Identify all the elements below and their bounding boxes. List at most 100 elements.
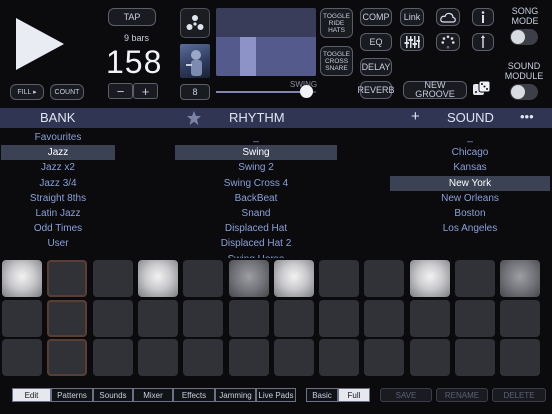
- kit-button[interactable]: [180, 8, 210, 38]
- drum-pad[interactable]: [2, 339, 42, 376]
- bank-list-item[interactable]: Jazz: [1, 145, 115, 161]
- save-button[interactable]: SAVE: [380, 388, 432, 402]
- drum-pad[interactable]: [183, 339, 224, 376]
- song-mode-toggle[interactable]: [510, 29, 538, 45]
- bank-list-item[interactable]: Jazz 3/4: [1, 176, 115, 191]
- drum-pad[interactable]: [455, 299, 495, 337]
- drum-pad[interactable]: [364, 339, 405, 376]
- drum-pad[interactable]: [47, 299, 88, 337]
- rhythm-list-item[interactable]: Swing: [175, 145, 337, 161]
- sound-list-item[interactable]: Los Angeles: [390, 221, 550, 236]
- bottom-tab[interactable]: Patterns: [51, 388, 93, 402]
- toggle-ride-hats-button[interactable]: TOGGLE RIDE HATS: [320, 8, 353, 38]
- bottom-tab[interactable]: Live Pads: [256, 388, 296, 402]
- drum-pad[interactable]: [228, 339, 269, 376]
- bank-list-item[interactable]: Jazz x2: [1, 160, 115, 175]
- new-groove-button[interactable]: NEW GROOVE: [403, 81, 467, 99]
- album-artwork[interactable]: [180, 44, 210, 78]
- play-button[interactable]: [8, 14, 68, 74]
- drum-pad[interactable]: [409, 339, 450, 376]
- drum-pad[interactable]: [319, 299, 360, 337]
- drum-pad[interactable]: [273, 339, 314, 376]
- tap-button[interactable]: TAP: [108, 8, 156, 26]
- drum-pad[interactable]: [228, 260, 269, 297]
- favourite-star-icon[interactable]: [186, 110, 202, 126]
- fill-button[interactable]: FILL ▸: [10, 84, 44, 100]
- drum-pad[interactable]: [273, 299, 314, 337]
- sound-module-toggle[interactable]: [510, 84, 538, 100]
- drum-pad[interactable]: [92, 339, 133, 376]
- bank-list-item[interactable]: Latin Jazz: [1, 206, 115, 221]
- drum-pad[interactable]: [319, 339, 360, 376]
- bottom-tab[interactable]: Effects: [173, 388, 215, 402]
- tempo-plus-button[interactable]: +: [133, 83, 158, 99]
- drum-pad[interactable]: [273, 260, 314, 297]
- drum-pad[interactable]: [364, 299, 405, 337]
- delay-button[interactable]: DELAY: [360, 58, 392, 76]
- tempo-minus-button[interactable]: −: [108, 83, 133, 99]
- rhythm-list-item[interactable]: Swing Horse: [175, 252, 337, 259]
- info-button[interactable]: [472, 8, 494, 26]
- bottom-tab[interactable]: Mixer: [133, 388, 173, 402]
- rhythm-list-item[interactable]: Displaced Hat: [175, 221, 337, 236]
- counter-display[interactable]: 8: [180, 84, 210, 100]
- count-button[interactable]: COUNT: [50, 84, 84, 100]
- rhythm-list-item[interactable]: Snand: [175, 206, 337, 221]
- drum-pad[interactable]: [2, 299, 42, 337]
- drum-pad[interactable]: [47, 339, 88, 376]
- bank-list-item[interactable]: Favourites: [1, 130, 115, 145]
- sound-list-item[interactable]: _: [390, 130, 550, 145]
- drum-pad[interactable]: [500, 339, 541, 376]
- drum-pad[interactable]: [92, 299, 133, 337]
- sound-list-item[interactable]: Chicago: [390, 145, 550, 160]
- drum-pad[interactable]: [364, 260, 405, 297]
- drum-pad[interactable]: [2, 260, 42, 297]
- toggle-cross-snare-button[interactable]: TOGGLE CROSS SNARE: [320, 46, 353, 76]
- bank-list-item[interactable]: User: [1, 236, 115, 251]
- mixer-button[interactable]: [400, 33, 424, 51]
- eq-button[interactable]: EQ: [360, 33, 392, 51]
- bottom-tab[interactable]: Edit: [12, 388, 51, 402]
- drum-pad[interactable]: [500, 299, 541, 337]
- sound-list-item[interactable]: Kansas: [390, 160, 550, 175]
- rhythm-header[interactable]: RHYTHM: [229, 110, 285, 125]
- more-button[interactable]: •••: [520, 109, 534, 124]
- drum-pad[interactable]: [455, 260, 495, 297]
- dice-button[interactable]: [471, 79, 495, 101]
- rhythm-list-item[interactable]: Swing Cross 4: [175, 176, 337, 191]
- view-tab[interactable]: Basic: [306, 388, 338, 402]
- swing-slider[interactable]: [216, 85, 316, 98]
- cloud-button[interactable]: [436, 8, 460, 26]
- drum-pad[interactable]: [183, 299, 224, 337]
- bottom-tab[interactable]: Jamming: [215, 388, 256, 402]
- link-button[interactable]: Link: [400, 8, 424, 26]
- rhythm-list-item[interactable]: _: [175, 130, 337, 145]
- drum-pad[interactable]: [409, 299, 450, 337]
- delete-button[interactable]: DELETE: [492, 388, 546, 402]
- sound-header[interactable]: SOUND: [447, 110, 494, 125]
- drum-pad[interactable]: [137, 260, 178, 297]
- bank-list-item[interactable]: Straight 8ths: [1, 191, 115, 206]
- rename-button[interactable]: RENAME: [436, 388, 488, 402]
- tempo-display[interactable]: 158: [106, 44, 162, 81]
- comp-button[interactable]: COMP: [360, 8, 392, 26]
- drum-pad[interactable]: [137, 299, 178, 337]
- drum-pad[interactable]: [47, 260, 88, 297]
- xy-pad[interactable]: [216, 8, 316, 76]
- drum-pad[interactable]: [455, 339, 495, 376]
- drum-pad[interactable]: [137, 339, 178, 376]
- sound-list-item[interactable]: Boston: [390, 206, 550, 221]
- view-tab[interactable]: Full: [338, 388, 370, 402]
- xy-pad-handle[interactable]: [240, 37, 256, 76]
- rhythm-list-item[interactable]: Displaced Hat 2: [175, 236, 337, 251]
- bank-header[interactable]: BANK: [40, 110, 75, 125]
- swing-slider-knob[interactable]: [300, 85, 313, 98]
- drum-pad[interactable]: [409, 260, 450, 297]
- bank-list-item[interactable]: Odd Times: [1, 221, 115, 236]
- sound-list-item[interactable]: New York: [390, 175, 550, 191]
- bottom-tab[interactable]: Sounds: [93, 388, 133, 402]
- drum-pad[interactable]: [183, 260, 224, 297]
- drum-pad[interactable]: [319, 260, 360, 297]
- reverb-button[interactable]: REVERB: [358, 81, 395, 99]
- rhythm-list-item[interactable]: Swing 2: [175, 160, 337, 175]
